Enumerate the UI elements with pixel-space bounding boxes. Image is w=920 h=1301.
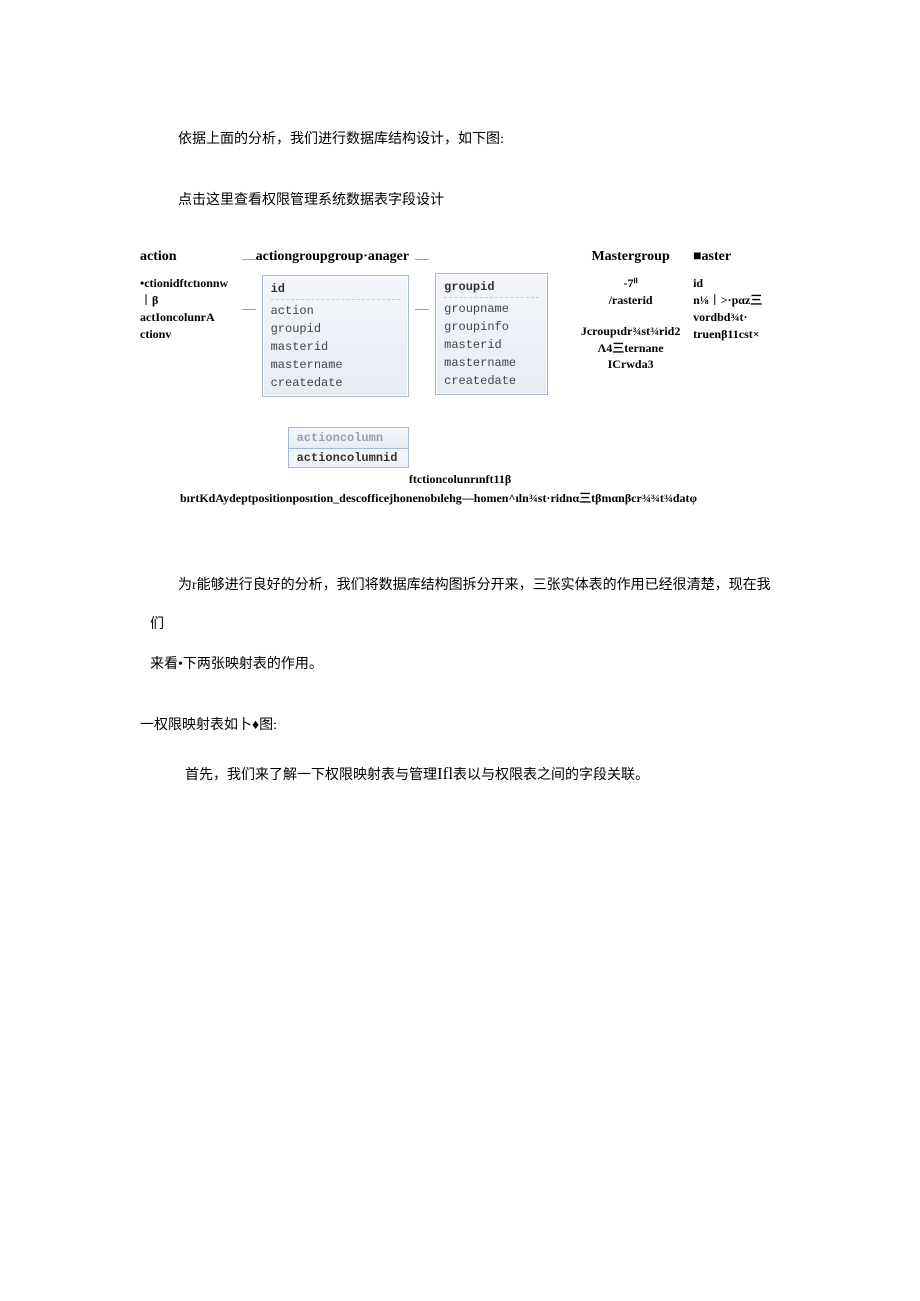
paragraph-analysis-2: 来看•下两张映射表的作用。 [150, 645, 780, 684]
box-header: groupid [444, 278, 539, 298]
box-row: groupid [271, 320, 401, 338]
col-mastergroup-line: -7ⁱⁱ [574, 275, 687, 292]
box-row: action [271, 302, 401, 320]
col-action-head: action [140, 249, 236, 265]
col-mastergroup-line: Jcroupιdr¾st¾rid2 [574, 323, 687, 340]
connector-icon [242, 249, 256, 349]
paragraph-first-understand: 首先，我们来了解一下权限映射表与管理Ifl表以与权限表之间的字段关联。 [150, 764, 780, 784]
box-row: mastername [271, 356, 401, 374]
col-mastergroup-head: Mastergroup [574, 249, 687, 265]
heading-mapping-table: 一权限映射表如卜♦图: [140, 714, 780, 734]
col-actiongroup-head: actiongroupgroup·anager [256, 249, 410, 265]
subbox-actioncolumn-row: actioncolumnid [288, 448, 410, 468]
diagram-footer-1: ftctioncolunrınft11β [140, 472, 780, 487]
col-mastergroup-line [574, 309, 687, 323]
box-row: createdate [444, 372, 539, 390]
connector-icon [415, 249, 429, 349]
table-box-group: groupid groupname groupinfo masterid mas… [435, 273, 548, 395]
box-row: masterid [444, 336, 539, 354]
link-view-table-design[interactable]: 点击这里查看权限管理系统数据表字段设计 [150, 189, 780, 209]
col-master-line: n⅛︱>·pαz三 [693, 292, 780, 309]
col-master-line: vordbd¾t· [693, 309, 780, 326]
subbox-actioncolumn-title: actioncolumn [288, 427, 410, 449]
col-mastergroup-line: Λ4三ternane [574, 340, 687, 357]
paragraph-intro: 依据上面的分析，我们进行数据库结构设计，如下图: [150, 120, 780, 159]
text-segment: 首先，我们来了解一下权限映射表与管理 [185, 768, 437, 783]
table-box-actiongroup: id action groupid masterid mastername cr… [262, 275, 410, 397]
box-row: groupinfo [444, 318, 539, 336]
box-row: mastername [444, 354, 539, 372]
col-master-line: id [693, 275, 780, 292]
box-row: createdate [271, 374, 401, 392]
col-action-line: ctionv [140, 326, 236, 343]
col-mastergroup-line: /rasterid [574, 292, 687, 309]
col-master-head: ■aster [693, 249, 780, 265]
text-segment-serif: Ifl [437, 764, 453, 783]
box-header: id [271, 280, 401, 300]
col-mastergroup-line: ICrwda3 [574, 356, 687, 373]
text-segment: 表以与权限表之间的字段关联。 [453, 768, 649, 783]
col-master-line: truenβ11cst× [693, 326, 780, 343]
diagram-footer-2: bırtKdAydeptpositionposıtion_descofficej… [180, 489, 780, 506]
box-row: groupname [444, 300, 539, 318]
db-diagram: action •ctionidftctıonnw ︱β actIoncolunr… [140, 249, 780, 506]
col-action-line: actIoncolunrA [140, 309, 236, 326]
box-row: masterid [271, 338, 401, 356]
col-action-line: ︱β [140, 292, 236, 309]
col-action-line: •ctionidftctıonnw [140, 275, 236, 292]
paragraph-analysis-1: 为r能够进行良好的分析，我们将数据库结构图拆分开来，三张实体表的作用已经很清楚，… [150, 566, 780, 644]
